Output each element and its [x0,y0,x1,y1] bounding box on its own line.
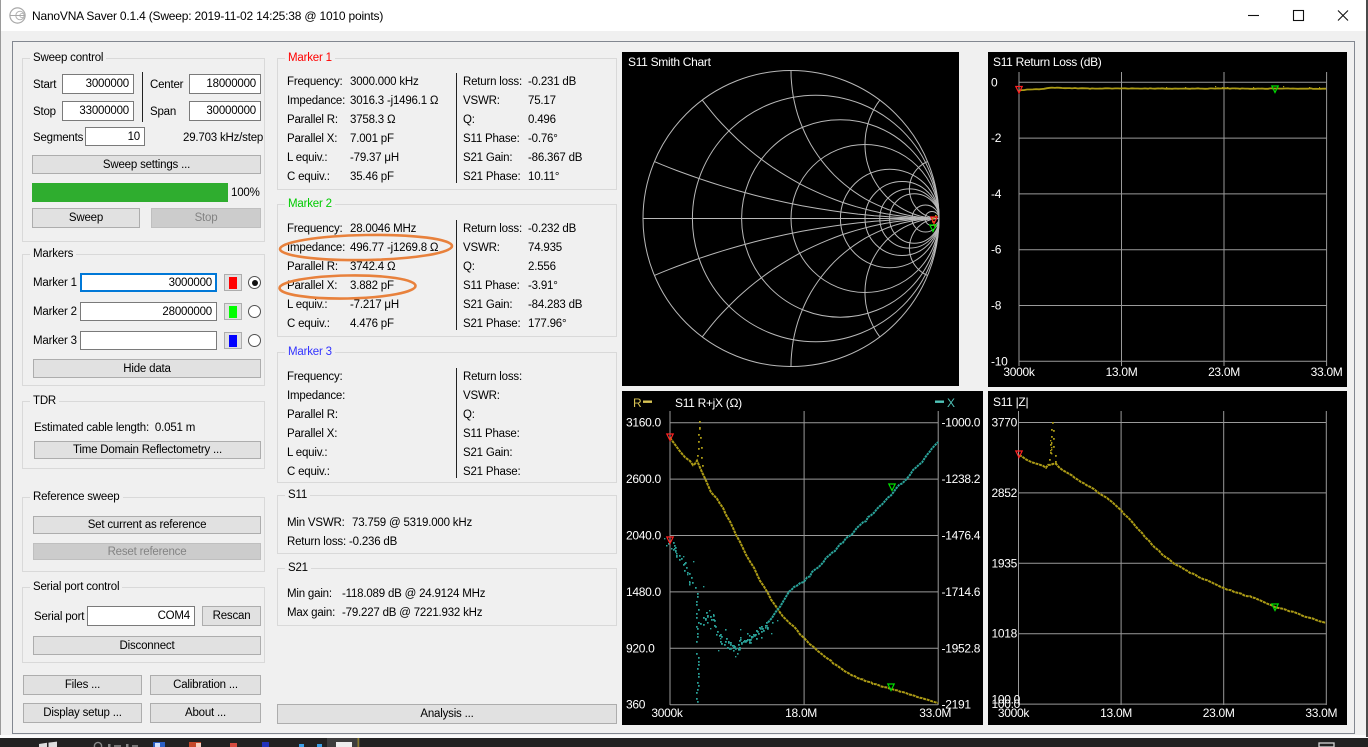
svg-text:18.0M: 18.0M [785,706,817,720]
svg-text:S11 Return Loss (dB): S11 Return Loss (dB) [993,55,1102,69]
svg-text:13.0M: 13.0M [1106,365,1138,379]
svg-text:-4: -4 [991,187,1002,201]
svg-text:13.0M: 13.0M [1100,706,1132,720]
svg-text:3000k: 3000k [651,706,683,720]
svg-text:33.0M: 33.0M [1311,365,1343,379]
svg-text:1935: 1935 [992,556,1018,570]
svg-text:-6: -6 [991,243,1002,257]
svg-text:100.0: 100.0 [992,693,1021,707]
svg-text:2600.0: 2600.0 [626,472,662,486]
svg-text:2040.0: 2040.0 [626,529,662,543]
svg-text:2852: 2852 [992,486,1018,500]
svg-text:X: X [947,396,955,410]
svg-text:3000k: 3000k [1003,365,1035,379]
svg-text:3770: 3770 [992,416,1018,430]
svg-text:-1714.6: -1714.6 [942,585,981,599]
svg-text:S11 Smith Chart: S11 Smith Chart [628,55,712,69]
svg-text:-1476.4: -1476.4 [942,529,981,543]
svg-text:-8: -8 [991,299,1002,313]
svg-text:23.0M: 23.0M [1203,706,1235,720]
svg-text:S11 |Z|: S11 |Z| [993,395,1028,409]
svg-text:-1238.2: -1238.2 [942,472,981,486]
svg-text:-1000.0: -1000.0 [942,416,981,430]
svg-text:R: R [633,396,642,410]
svg-text:1480.0: 1480.0 [626,585,662,599]
svg-text:3160.0: 3160.0 [626,416,662,430]
svg-text:23.0M: 23.0M [1208,365,1240,379]
svg-text:-1952.8: -1952.8 [942,641,981,655]
svg-text:3000k: 3000k [998,706,1030,720]
svg-text:33.0M: 33.0M [919,706,951,720]
svg-text:0: 0 [991,75,998,89]
svg-text:1018: 1018 [992,627,1018,641]
svg-text:33.0M: 33.0M [1305,706,1337,720]
svg-text:920.0: 920.0 [626,641,655,655]
svg-text:360: 360 [626,698,646,712]
svg-text:-2: -2 [991,131,1002,145]
svg-text:S11 R+jX (Ω): S11 R+jX (Ω) [675,396,742,410]
